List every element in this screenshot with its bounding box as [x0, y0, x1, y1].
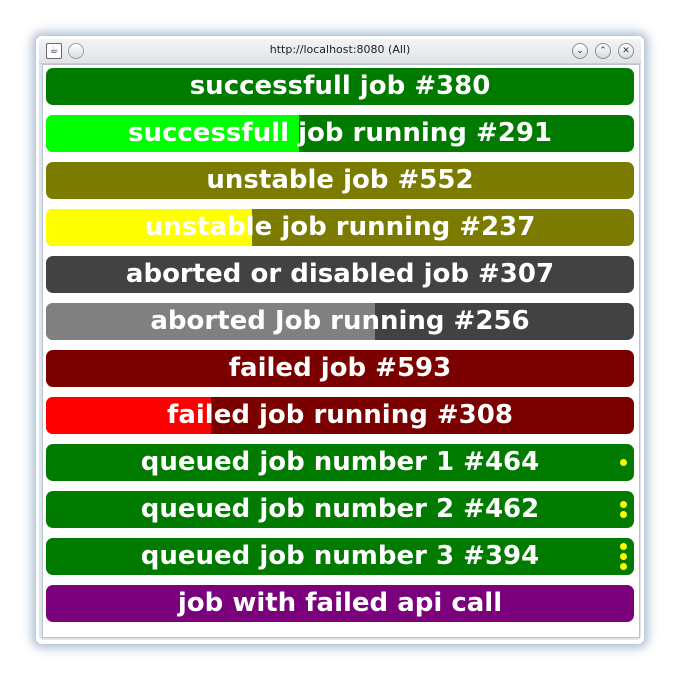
job-unstable-running[interactable]: unstable job running #237 — [46, 209, 634, 246]
job-unstable[interactable]: unstable job #552 — [46, 162, 634, 199]
job-label: queued job number 1 #464 — [140, 447, 540, 477]
job-label: queued job number 3 #394 — [140, 541, 540, 571]
job-label: failed job #593 — [228, 353, 452, 383]
chevron-down-icon: ⌄ — [576, 46, 584, 56]
maximize-button[interactable]: ⌃ — [595, 43, 611, 59]
job-failed-running[interactable]: failed job running #308 — [46, 397, 634, 434]
job-list: successfull job #380 successfull job runn… — [42, 64, 640, 638]
queue-dot-icon — [620, 501, 627, 508]
minimize-button[interactable]: ⌄ — [572, 43, 588, 59]
job-label: successfull job running #291 — [127, 118, 553, 148]
job-aborted-running[interactable]: aborted Job running #256 — [46, 303, 634, 340]
queue-dot-icon — [620, 459, 627, 466]
job-label: aborted Job running #256 — [150, 306, 530, 336]
job-successful-running[interactable]: successfull job running #291 — [46, 115, 634, 152]
job-queued-3[interactable]: queued job number 3 #394 — [46, 538, 634, 575]
job-label: aborted or disabled job #307 — [125, 259, 555, 289]
chevron-up-icon: ⌃ — [599, 46, 607, 56]
queue-dot-icon — [620, 553, 627, 560]
job-label: failed job running #308 — [167, 400, 513, 430]
job-failed[interactable]: failed job #593 — [46, 350, 634, 387]
job-label: job with failed api call — [177, 588, 503, 618]
queue-dot-icon — [620, 563, 627, 570]
job-label: unstable job #552 — [206, 165, 474, 195]
queue-dot-icon — [620, 543, 627, 550]
job-aborted[interactable]: aborted or disabled job #307 — [46, 256, 634, 293]
job-label: unstable job running #237 — [144, 212, 536, 242]
job-api-failed[interactable]: job with failed api call — [46, 585, 634, 622]
job-label: successfull job #380 — [189, 71, 491, 101]
title-bar[interactable]: ☕ http://localhost:8080 (All) ⌄ ⌃ ✕ — [39, 39, 641, 64]
queue-position-indicator — [620, 491, 627, 528]
app-window: ☕ http://localhost:8080 (All) ⌄ ⌃ ✕ succ… — [39, 39, 641, 640]
queue-position-indicator — [620, 538, 627, 575]
job-successful[interactable]: successfull job #380 — [46, 68, 634, 105]
close-icon: ✕ — [622, 46, 630, 56]
queue-position-indicator — [620, 444, 627, 481]
queue-dot-icon — [620, 511, 627, 518]
window-title: http://localhost:8080 (All) — [269, 43, 411, 56]
close-button[interactable]: ✕ — [618, 43, 634, 59]
job-queued-1[interactable]: queued job number 1 #464 — [46, 444, 634, 481]
job-queued-2[interactable]: queued job number 2 #462 — [46, 491, 634, 528]
job-label: queued job number 2 #462 — [140, 494, 540, 524]
